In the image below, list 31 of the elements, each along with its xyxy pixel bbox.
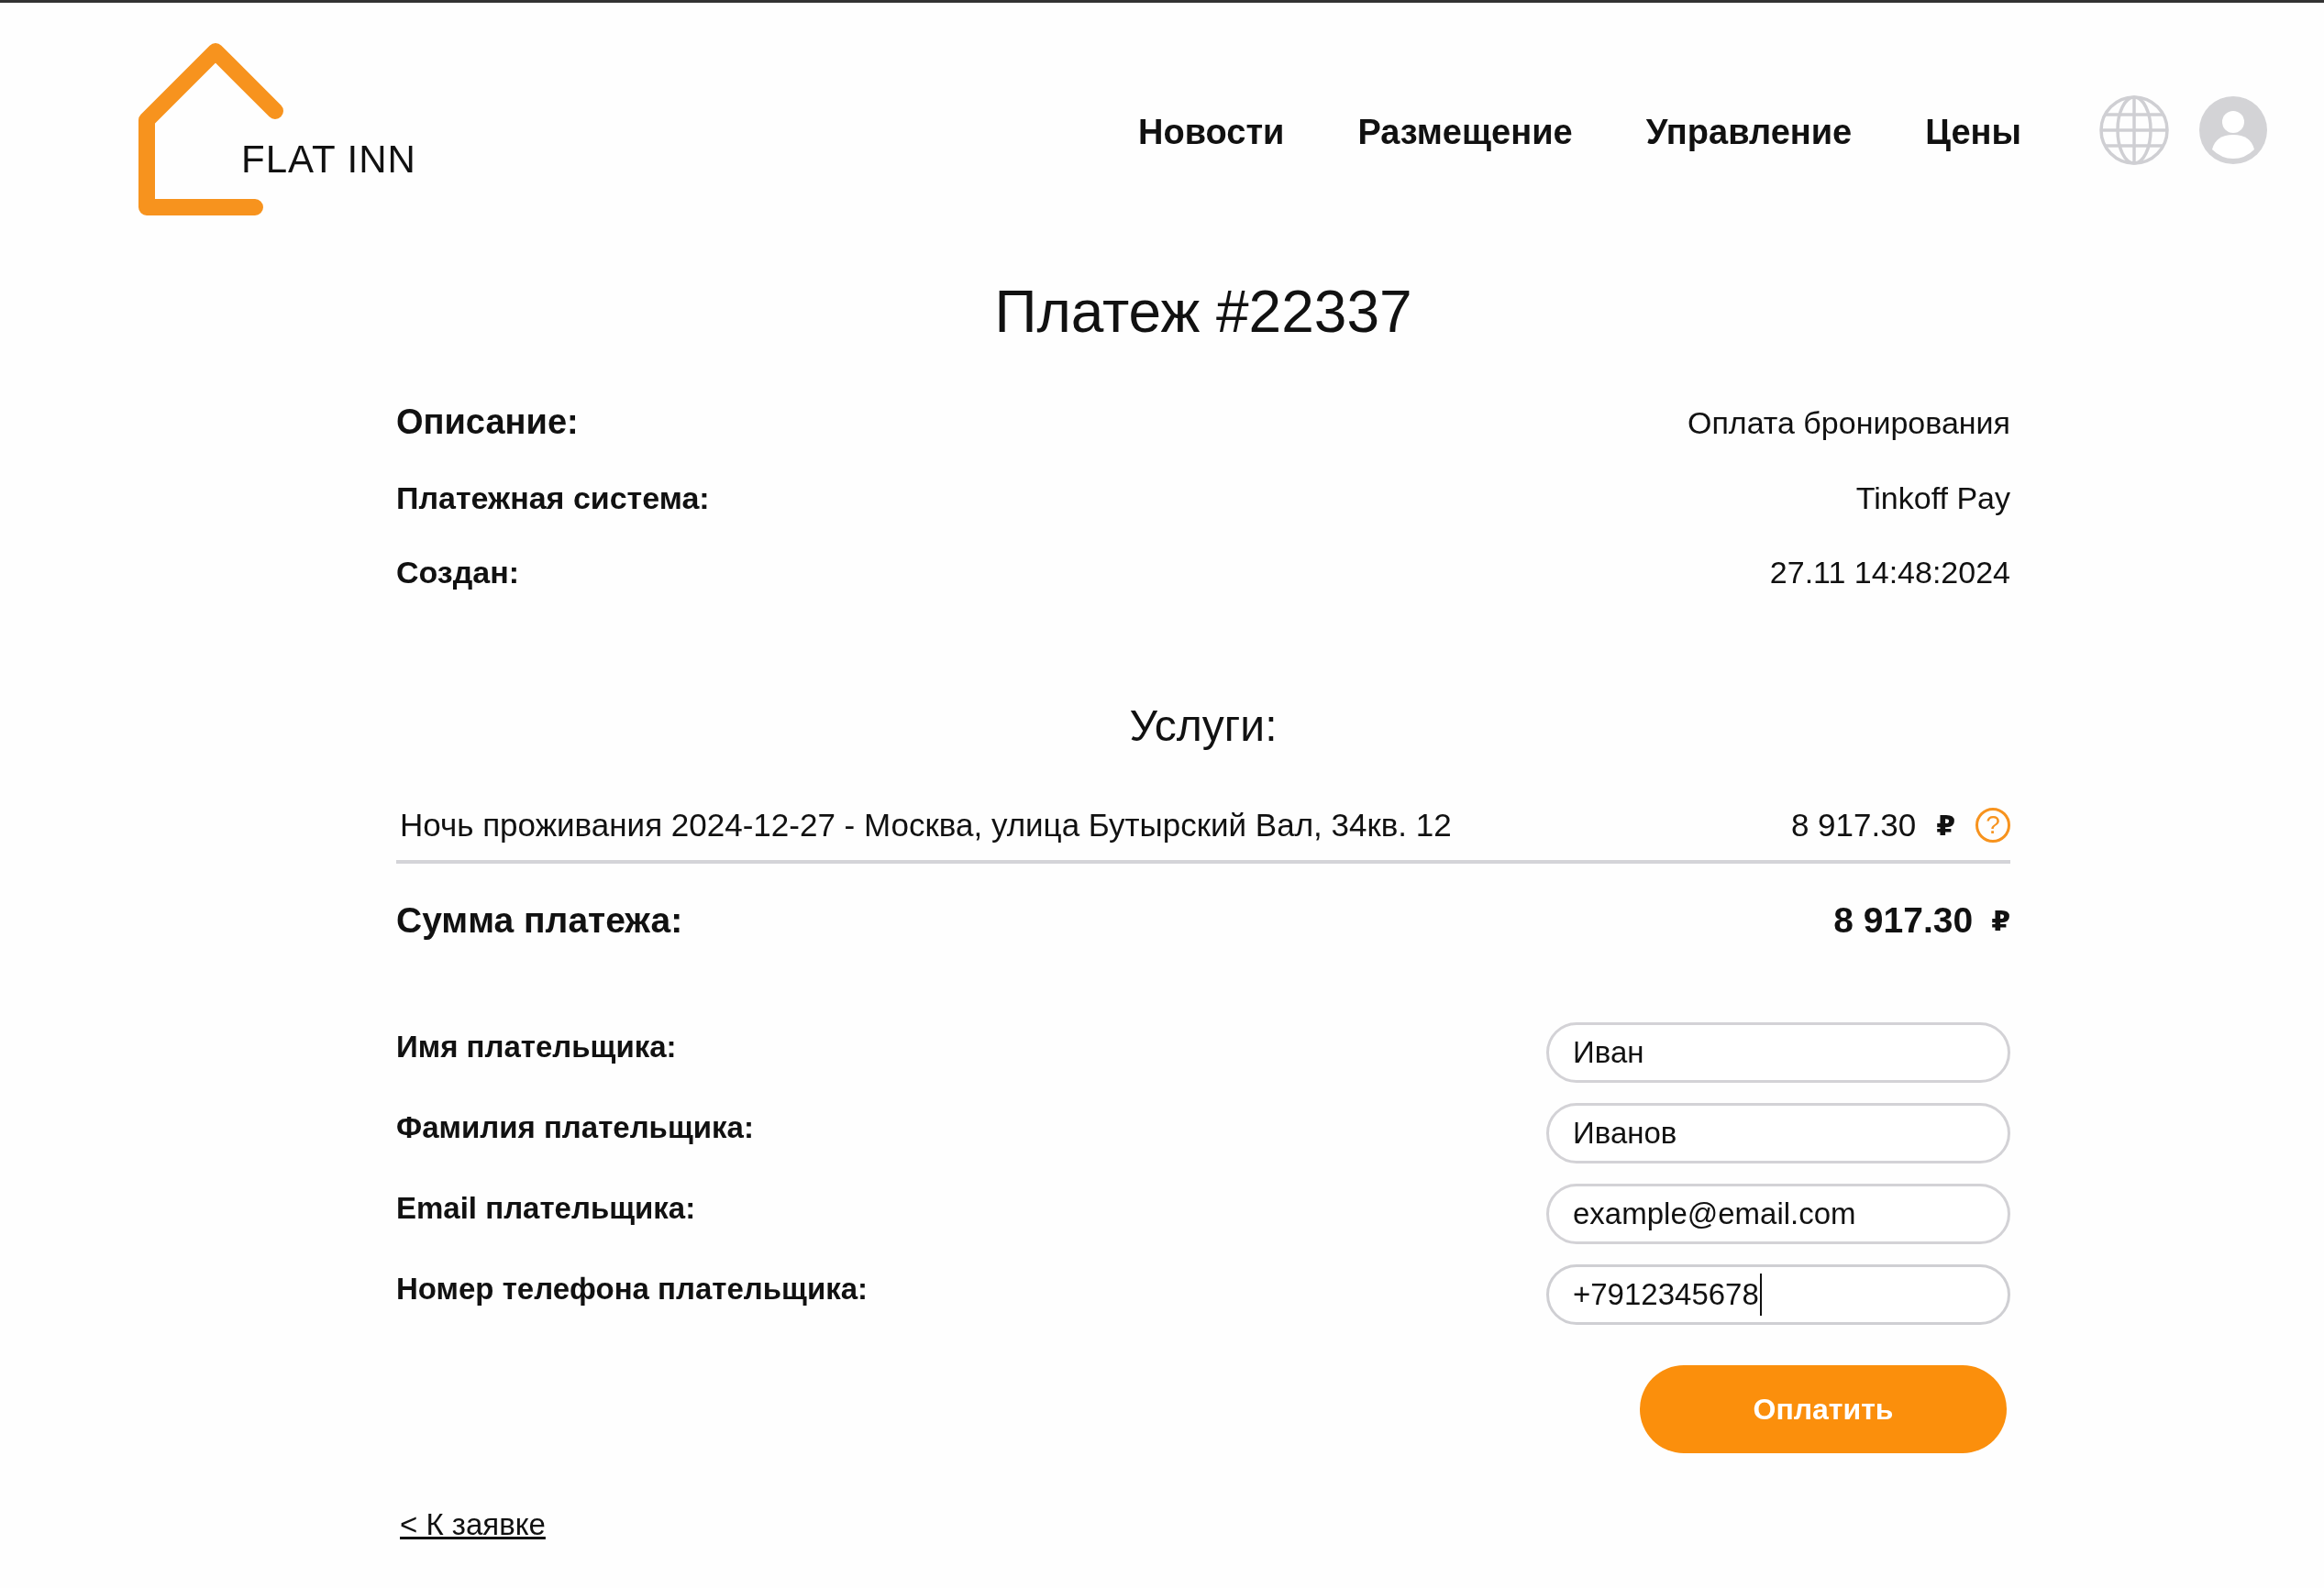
nav-link[interactable]: Управление: [1645, 113, 1853, 152]
total-amount: 8 917.30: [1833, 900, 1974, 941]
logo-text: FLAT INN: [241, 138, 416, 182]
detail-value: Оплата бронирования: [1687, 405, 2010, 441]
field-label: Имя плательщика:: [396, 1030, 677, 1064]
field-label: Номер телефона плательщика:: [396, 1272, 869, 1307]
detail-value: 27.11 14:48:2024: [1769, 555, 2010, 590]
service-price: 8 917.30: [1790, 807, 1917, 844]
field-label: Email плательщика:: [396, 1191, 696, 1226]
input-field[interactable]: +7912345678: [1546, 1264, 2010, 1325]
globe-icon[interactable]: [2098, 94, 2170, 166]
nav-link[interactable]: Размещение: [1357, 113, 1573, 152]
back-link[interactable]: < К заявке: [400, 1507, 546, 1542]
service-name: Ночь проживания 2024-12-27 - Москва, улица Бутырский Вал, 34кв. 12: [400, 807, 1452, 844]
nav-link[interactable]: Цены: [1925, 113, 2021, 152]
section-heading: Услуги:: [1128, 700, 1278, 751]
input-field[interactable]: Иван: [1546, 1022, 2010, 1083]
input-field[interactable]: example@email.com: [1546, 1184, 2010, 1244]
field-label: Фамилия плательщика:: [396, 1110, 754, 1145]
avatar-icon[interactable]: [2197, 94, 2269, 166]
currency-sign: ₽: [1991, 904, 2010, 937]
page-title: Платеж #22337: [993, 278, 1413, 346]
total-label: Сумма платежа:: [396, 900, 683, 941]
text-cursor: [1759, 1274, 1762, 1316]
nav-link[interactable]: Новости: [1138, 113, 1285, 152]
detail-value: Tinkoff Pay: [1855, 480, 2010, 516]
detail-label: Платежная система:: [396, 480, 710, 516]
input-field[interactable]: Иванов: [1546, 1103, 2010, 1163]
detail-label: Описание:: [396, 403, 579, 442]
detail-label: Создан:: [396, 555, 520, 590]
currency-sign: ₽: [1936, 809, 1955, 842]
